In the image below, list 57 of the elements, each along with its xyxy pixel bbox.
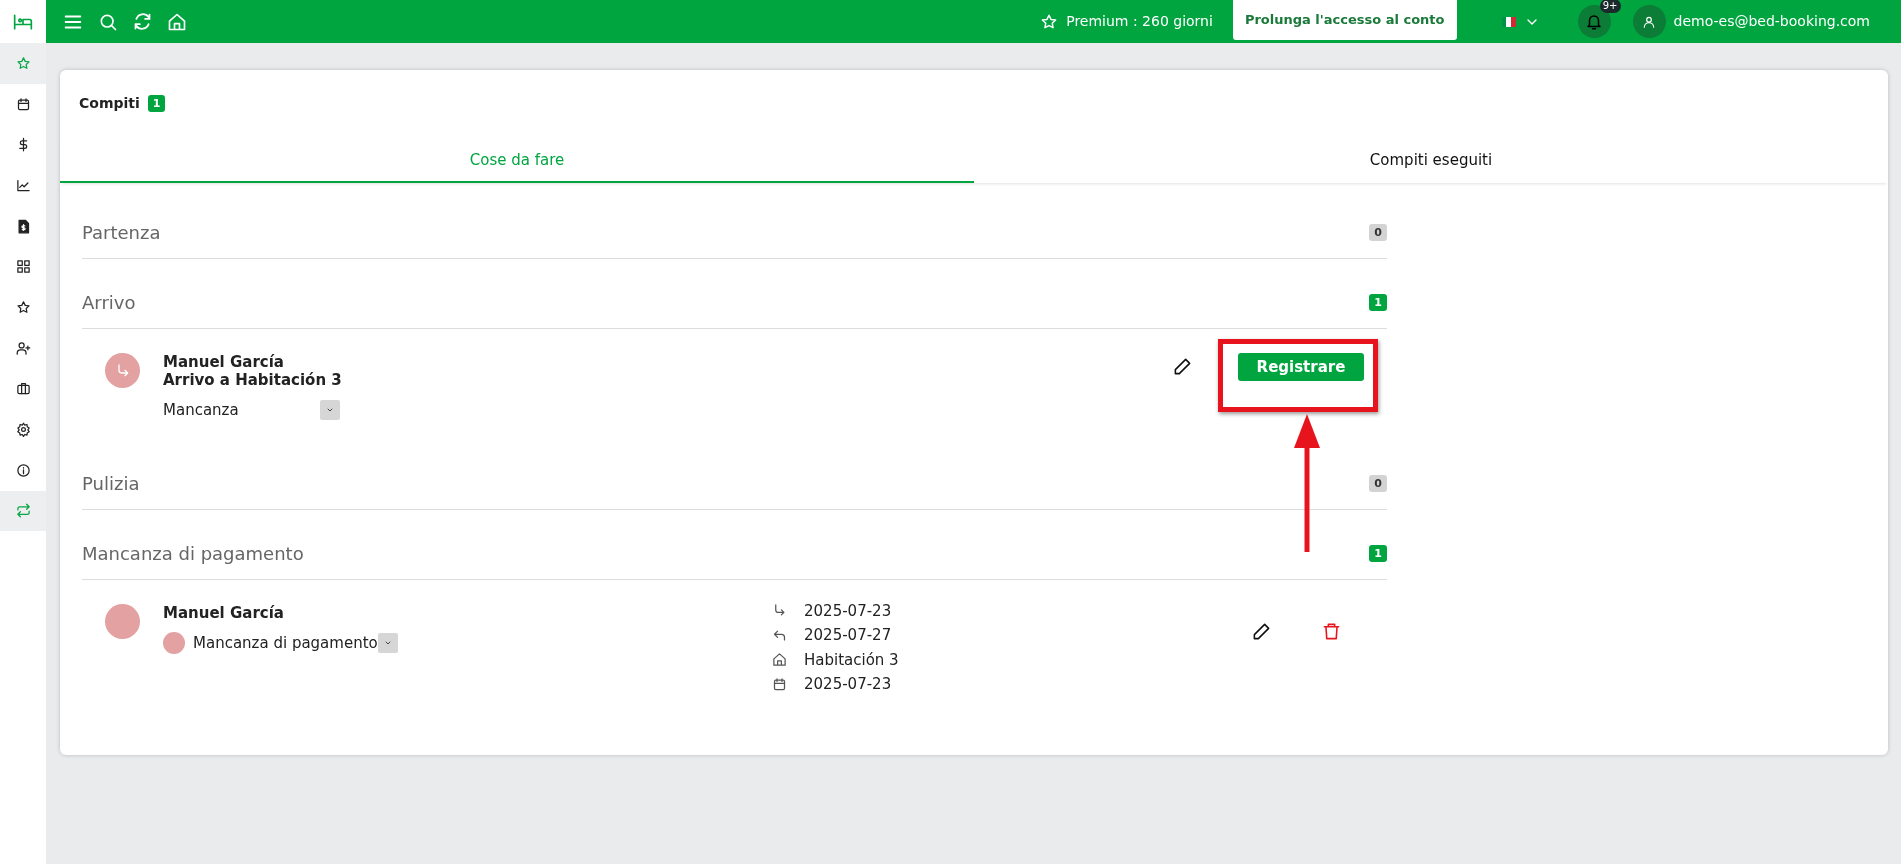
calendar-icon	[15, 96, 31, 112]
home-icon	[167, 11, 187, 32]
section-title: Partenza	[82, 221, 161, 245]
premium-label: Premium : 260 giorni	[1066, 12, 1213, 31]
card-title: Compiti	[79, 93, 140, 113]
dropdown-toggle-button[interactable]	[377, 632, 398, 653]
detail-text: 2025-07-27	[804, 625, 892, 646]
count-badge: 1	[1369, 294, 1387, 311]
repeat-icon	[15, 503, 31, 519]
status-label: Mancanza	[163, 400, 240, 421]
status-label: Mancanza di pagamento	[193, 632, 378, 654]
calendar-icon	[772, 676, 787, 692]
home-button[interactable]	[167, 11, 187, 32]
section-title: Mancanza di pagamento	[82, 541, 304, 566]
pencil-icon	[1252, 621, 1271, 641]
user-avatar-button[interactable]	[1632, 5, 1666, 38]
avatar-circle	[105, 603, 140, 639]
dropdown-toggle-button[interactable]	[320, 400, 340, 421]
task-subtitle: Arrivo a Habitación 3	[163, 371, 343, 389]
extend-access-button[interactable]: Prolunga l'accesso al conto	[1232, 0, 1457, 40]
briefcase-icon	[15, 381, 31, 397]
add-user-icon	[15, 340, 31, 356]
grid-icon	[15, 259, 31, 275]
count-badge: 1	[147, 94, 166, 112]
user-email[interactable]: demo-es@bed-booking.com	[1673, 11, 1870, 32]
status-dot	[163, 631, 185, 654]
refresh-button[interactable]	[132, 11, 153, 32]
guest-name: Manuel García	[163, 603, 285, 622]
tab[interactable]: Cose da fare	[60, 140, 974, 183]
user-icon	[1642, 14, 1656, 29]
detail-text: 2025-07-23	[804, 674, 892, 695]
section-title: Pulizia	[82, 471, 140, 496]
refresh-icon	[132, 11, 153, 32]
star-icon	[15, 55, 31, 71]
bell-icon	[1585, 12, 1603, 31]
trash-icon	[1322, 621, 1341, 641]
count-badge: 0	[1369, 474, 1387, 492]
guest-name: Manuel García	[163, 353, 285, 371]
notification-count: 9+	[1599, 0, 1621, 13]
section-title: Arrivo	[82, 291, 136, 315]
settings-icon	[15, 422, 31, 438]
chart-icon	[15, 177, 31, 193]
house-icon	[772, 652, 787, 668]
star-icon	[1040, 12, 1059, 31]
info-icon	[15, 462, 31, 478]
detail-text: Habitación 3	[804, 649, 899, 671]
italian-flag-icon	[1501, 16, 1516, 27]
arrow-back-icon	[772, 627, 787, 643]
detail-text: 2025-07-23	[804, 600, 892, 622]
invoice-icon	[15, 218, 31, 234]
register-button[interactable]: Registrare	[1238, 353, 1364, 381]
count-badge: 0	[1369, 224, 1387, 241]
count-badge: 1	[1369, 544, 1387, 562]
star-icon	[15, 299, 31, 315]
arrow-right-icon	[772, 603, 787, 619]
pencil-icon	[1173, 357, 1192, 376]
tab[interactable]: Compiti eseguiti	[974, 140, 1888, 183]
